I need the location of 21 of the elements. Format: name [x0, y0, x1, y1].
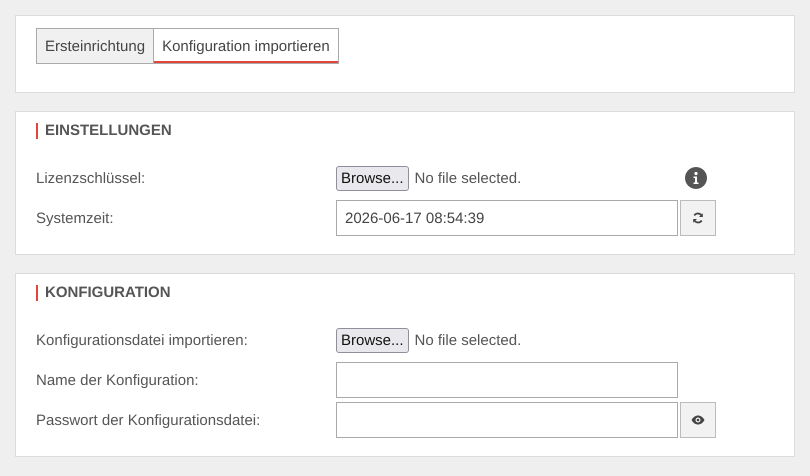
field-label: Systemzeit: — [36, 210, 115, 226]
browse-button[interactable]: Browse... — [336, 328, 409, 352]
show-password-button[interactable] — [680, 402, 716, 438]
field-label: Lizenzschlüssel: — [36, 170, 146, 186]
section-heading: EINSTELLUNGEN — [36, 123, 774, 139]
section-heading: KONFIGURATION — [36, 285, 774, 301]
browse-button[interactable]: Browse... — [336, 166, 409, 190]
file-status: No file selected. — [414, 170, 522, 186]
field-label: Passwort der Konfigurationsdatei: — [36, 412, 262, 428]
input-field[interactable] — [336, 362, 678, 398]
input-field[interactable] — [336, 402, 678, 438]
info-icon[interactable] — [685, 167, 707, 189]
eye-icon — [691, 415, 705, 425]
input-field[interactable]: 2026-06-17 08:54:39 — [336, 200, 678, 236]
tab[interactable]: Ersteinrichtung — [36, 28, 154, 64]
field-label: Konfigurationsdatei importieren: — [36, 332, 249, 348]
refresh-icon — [692, 212, 704, 224]
tab[interactable]: Konfiguration importieren — [153, 28, 339, 64]
file-status: No file selected. — [414, 332, 522, 348]
field-label: Name der Konfiguration: — [36, 372, 200, 388]
refresh-button[interactable] — [680, 200, 716, 236]
